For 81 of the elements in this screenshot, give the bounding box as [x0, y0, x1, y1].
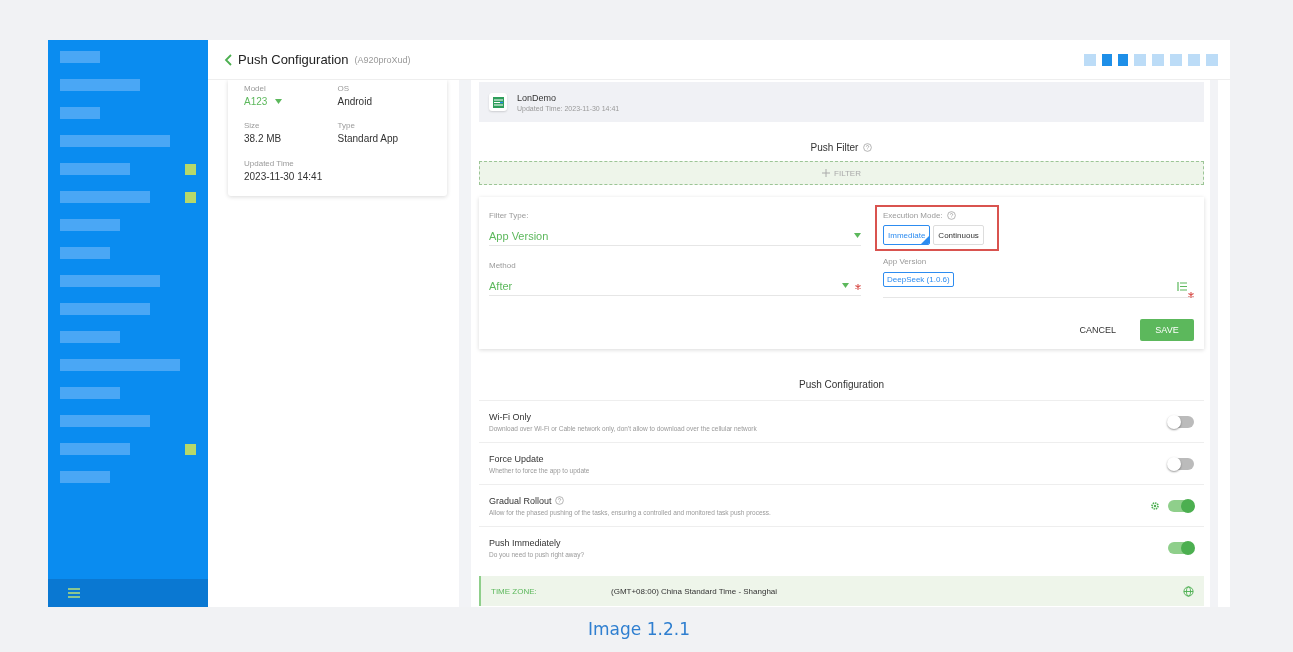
pixelated-menu-item[interactable] — [60, 303, 150, 315]
pixelated-menu-item[interactable] — [60, 219, 120, 231]
pixelated-menu-item[interactable] — [60, 247, 110, 259]
add-filter-button[interactable]: FILTER — [479, 161, 1204, 185]
setting-title: Gradual Rollout — [489, 495, 552, 506]
page-title: Push Configuration — [238, 52, 349, 67]
back-icon[interactable] — [224, 53, 232, 66]
field-label: Updated Time — [244, 158, 295, 168]
pixelated-menu-item[interactable] — [60, 79, 140, 91]
pixelated-menu-item[interactable] — [60, 387, 120, 399]
figure-caption: Image 1.2.1 — [587, 619, 691, 639]
field-label: OS — [337, 84, 351, 93]
pixelated-menu-item[interactable] — [60, 191, 150, 203]
app-name: LonDemo — [517, 92, 558, 103]
field-value: Android — [337, 96, 372, 107]
pixelated-block — [1118, 53, 1128, 66]
globe-icon[interactable] — [1183, 585, 1194, 597]
pixelated-menu-item[interactable] — [60, 275, 160, 287]
mode-option[interactable]: Continuous — [933, 225, 984, 245]
caret-icon — [275, 99, 283, 104]
section-title: Push Filter — [810, 142, 859, 153]
field-label: App Version — [883, 257, 928, 266]
model-dropdown[interactable]: A123 — [244, 96, 268, 107]
pixelated-menu-item[interactable] — [60, 359, 180, 371]
field-label: Method — [489, 261, 517, 270]
save-button[interactable]: SAVE — [1140, 319, 1194, 341]
required-icon — [1188, 292, 1194, 298]
setting-title: Wi-Fi Only — [489, 411, 531, 422]
pixelated-block — [1102, 53, 1112, 66]
pixelated-menu-item[interactable] — [60, 163, 130, 175]
toggle-switch[interactable] — [1168, 499, 1194, 512]
mode-option[interactable]: Immediate — [883, 225, 931, 245]
field-value: 2023-11-30 14:41 — [244, 170, 323, 182]
pixelated-block — [1188, 53, 1200, 66]
help-icon[interactable] — [946, 211, 956, 220]
required-icon — [855, 283, 861, 290]
caret-icon — [842, 283, 849, 288]
status-square-icon — [185, 163, 196, 175]
method-select[interactable]: After — [489, 276, 861, 296]
app-version-field[interactable]: DeepSeek (1.0.6) — [883, 272, 1194, 298]
pixelated-menu-item[interactable] — [60, 471, 110, 483]
pixelated-block — [1170, 53, 1182, 66]
caret-icon — [854, 233, 861, 238]
toggle-switch[interactable] — [1168, 415, 1194, 428]
plus-icon — [822, 169, 830, 177]
pixelated-menu-item[interactable] — [60, 415, 150, 427]
status-square-icon — [185, 191, 196, 203]
cancel-button[interactable]: CANCEL — [1073, 324, 1122, 336]
pixelated-menu-item[interactable] — [60, 331, 120, 343]
pixelated-block — [1084, 53, 1096, 66]
field-value: Standard App — [337, 133, 399, 145]
time-zone-label: TIME ZONE: — [491, 586, 538, 596]
list-icon[interactable] — [1177, 282, 1187, 291]
gear-icon[interactable] — [1150, 500, 1160, 511]
toggle-switch[interactable] — [1168, 541, 1194, 554]
setting-title: Push Immediately — [489, 537, 561, 548]
toggle-switch[interactable] — [1168, 457, 1194, 470]
field-label: Filter Type: — [489, 211, 530, 220]
device-name: (A920proXud) — [354, 54, 411, 65]
version-tag[interactable]: DeepSeek (1.0.6) — [883, 272, 954, 287]
setting-title: Force Update — [489, 453, 544, 464]
pixelated-block — [1152, 53, 1164, 66]
pixelated-menu-item[interactable] — [60, 135, 170, 147]
help-icon[interactable] — [554, 496, 564, 505]
field-label: Model — [244, 84, 267, 93]
pixelated-menu-item[interactable] — [60, 51, 100, 63]
field-label: Size — [244, 121, 261, 131]
field-value: 38.2 MB — [244, 133, 282, 145]
pixelated-block — [1206, 53, 1218, 66]
time-zone-value: (GMT+08:00) China Standard Time - Shanghai — [611, 586, 779, 596]
help-icon[interactable] — [863, 143, 873, 152]
field-label: Type — [337, 121, 356, 131]
app-icon — [489, 93, 507, 111]
section-title: Push Configuration — [798, 379, 885, 390]
pixelated-menu-item[interactable] — [60, 443, 130, 455]
status-square-icon — [185, 443, 196, 455]
pixelated-menu-item[interactable] — [60, 107, 100, 119]
pixelated-block — [1134, 53, 1146, 66]
filter-type-select[interactable]: App Version — [489, 226, 861, 246]
menu-icon[interactable] — [68, 588, 80, 598]
field-label: Execution Mode: — [883, 211, 943, 220]
